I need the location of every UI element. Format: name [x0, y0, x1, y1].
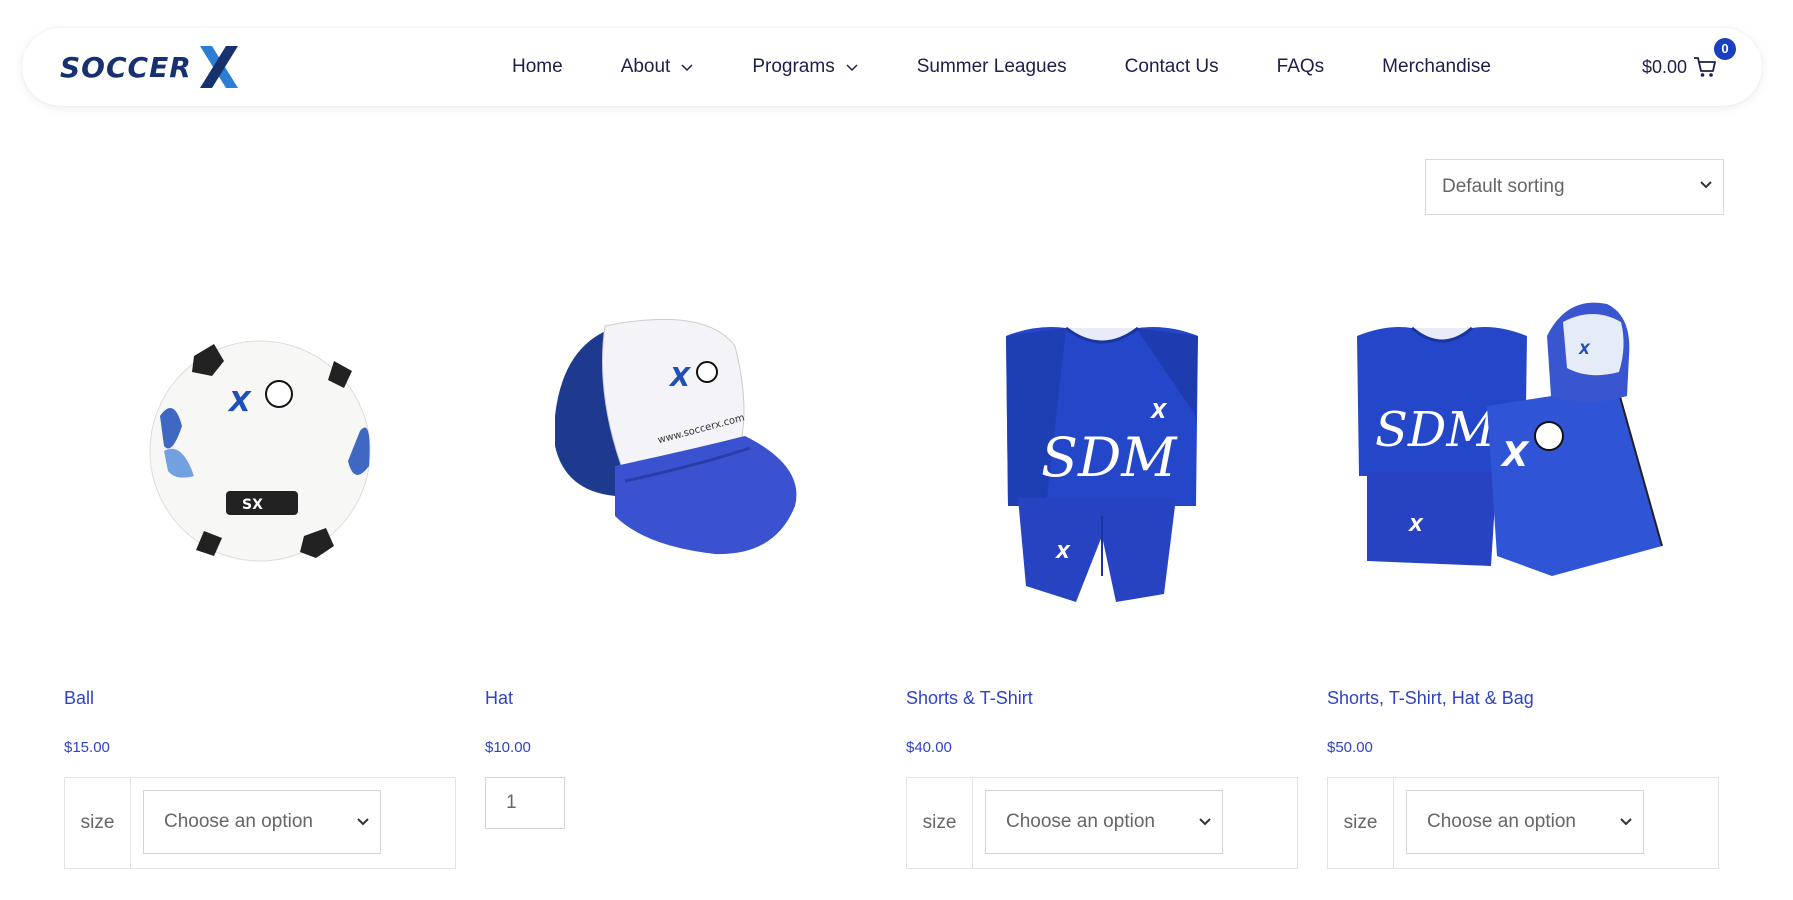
product-card-hat: X www.soccerx.com Hat $10.00 1 — [485, 276, 877, 829]
size-select-value: Choose an option — [1006, 811, 1155, 832]
cart-icon — [1694, 57, 1716, 77]
svg-text:X: X — [227, 385, 252, 418]
main-nav: Home About Programs Summer Leagues Conta… — [512, 28, 1549, 106]
trucker-hat-image: X www.soccerx.com — [555, 318, 797, 555]
cart-link[interactable]: $0.00 — [1642, 28, 1717, 106]
svg-text:X: X — [1500, 435, 1530, 475]
variation-label: size — [1328, 778, 1394, 868]
kit-bundle-image: SDM X X X — [1357, 302, 1663, 576]
product-price: $10.00 — [485, 739, 531, 756]
svg-text:X: X — [1055, 542, 1071, 563]
nav-contact-us-label: Contact Us — [1124, 56, 1219, 77]
size-select-value: Choose an option — [164, 811, 313, 832]
nav-home[interactable]: Home — [512, 56, 563, 78]
variation-table: size Choose an option — [1327, 777, 1719, 869]
nav-summer-leagues-label: Summer Leagues — [916, 56, 1067, 77]
chevron-down-icon — [1199, 818, 1211, 826]
logo-x-icon — [199, 46, 238, 88]
product-price: $15.00 — [64, 739, 110, 756]
jersey-and-shorts-image: SDM X X — [1006, 326, 1198, 602]
chevron-down-icon — [357, 818, 369, 826]
svg-text:SDM: SDM — [1041, 426, 1178, 489]
svg-text:SDM: SDM — [1375, 402, 1497, 458]
logo-wordmark: SOCCER — [60, 50, 192, 84]
site-header: SOCCER Home About Programs Summer League… — [22, 28, 1762, 106]
chevron-down-icon — [1700, 181, 1712, 189]
product-card-ball: X SX Ball $15.00 size Choose an option — [64, 276, 456, 869]
nav-home-label: Home — [512, 56, 563, 77]
svg-text:X: X — [1408, 515, 1424, 536]
nav-merchandise-label: Merchandise — [1382, 56, 1491, 77]
sorting-select[interactable]: Default sorting — [1425, 159, 1724, 215]
size-select[interactable]: Choose an option — [143, 790, 381, 854]
product-name[interactable]: Shorts, T-Shirt, Hat & Bag — [1327, 688, 1534, 709]
size-select[interactable]: Choose an option — [985, 790, 1223, 854]
quantity-input[interactable]: 1 — [485, 777, 565, 829]
nav-programs[interactable]: Programs — [752, 56, 858, 78]
cart-total: $0.00 — [1642, 56, 1688, 77]
nav-merchandise[interactable]: Merchandise — [1382, 56, 1491, 78]
product-image-hat[interactable]: X www.soccerx.com — [485, 276, 877, 660]
product-name[interactable]: Ball — [64, 688, 94, 709]
chevron-down-icon — [681, 64, 693, 72]
variation-label: size — [907, 778, 973, 868]
nav-about[interactable]: About — [621, 56, 695, 78]
product-image-bundle[interactable]: SDM X X X — [1327, 276, 1719, 660]
nav-faqs-label: FAQs — [1276, 56, 1325, 77]
nav-summer-leagues[interactable]: Summer Leagues — [917, 56, 1067, 78]
nav-about-label: About — [620, 56, 671, 77]
chevron-down-icon — [1620, 818, 1632, 826]
product-name[interactable]: Hat — [485, 688, 513, 709]
sorting-value: Default sorting — [1442, 176, 1565, 197]
svg-text:X: X — [668, 363, 692, 393]
product-card-bundle: SDM X X X Shorts, T-Shirt, Hat & Bag $50… — [1327, 276, 1719, 869]
svg-text:SX: SX — [242, 497, 263, 513]
soccer-ball-image: X SX — [149, 340, 371, 562]
svg-text:X: X — [1149, 399, 1168, 423]
chevron-down-icon — [846, 64, 858, 72]
product-image-ball[interactable]: X SX — [64, 276, 456, 660]
size-select-value: Choose an option — [1427, 811, 1576, 832]
variation-table: size Choose an option — [64, 777, 456, 869]
variation-table: size Choose an option — [906, 777, 1298, 869]
cart-count-badge: 0 — [1714, 38, 1736, 60]
product-price: $50.00 — [1327, 739, 1373, 756]
variation-label: size — [65, 778, 131, 868]
size-select[interactable]: Choose an option — [1406, 790, 1644, 854]
product-name[interactable]: Shorts & T-Shirt — [906, 688, 1033, 709]
nav-programs-label: Programs — [752, 56, 835, 77]
product-image-shorts-tshirt[interactable]: SDM X X — [906, 276, 1298, 660]
site-logo[interactable]: SOCCER — [60, 42, 240, 92]
nav-faqs[interactable]: FAQs — [1277, 56, 1325, 78]
nav-contact-us[interactable]: Contact Us — [1125, 56, 1219, 78]
product-card-shorts-tshirt: SDM X X Shorts & T-Shirt $40.00 size Cho… — [906, 276, 1298, 869]
svg-text:X: X — [1578, 342, 1591, 358]
product-price: $40.00 — [906, 739, 952, 756]
